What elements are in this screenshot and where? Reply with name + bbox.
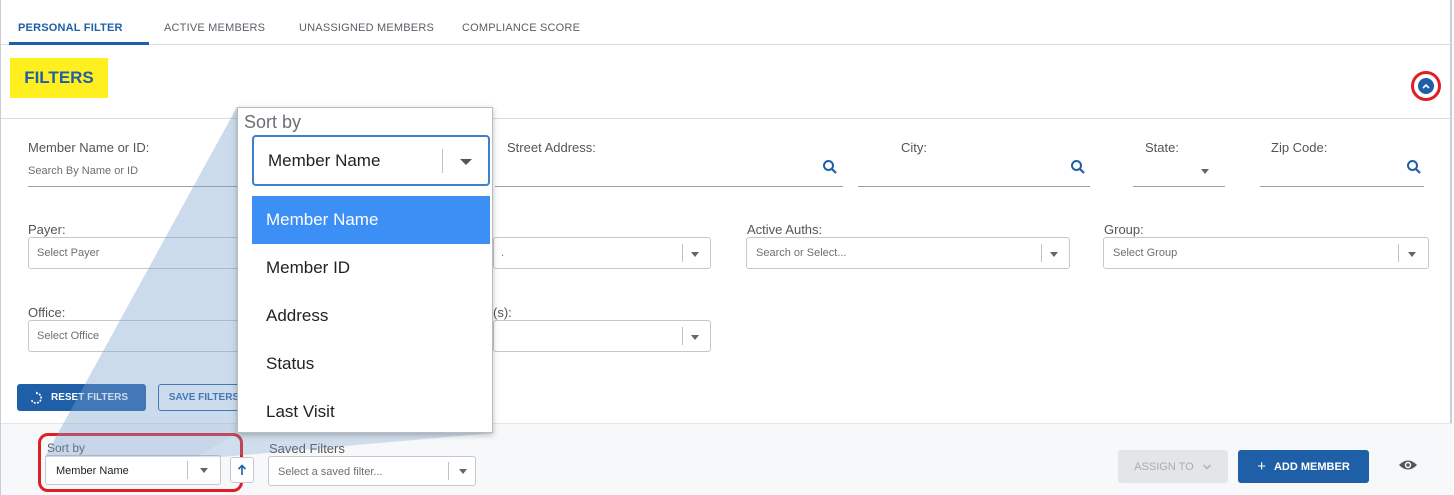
chevron-down-icon [1202, 464, 1211, 469]
chevron-down-icon[interactable] [1408, 252, 1416, 257]
zip-code-label: Zip Code: [1271, 140, 1328, 155]
active-tab-indicator [9, 42, 149, 45]
city-underline [858, 186, 1090, 187]
chevron-down-icon[interactable] [691, 335, 699, 340]
window-frame: PERSONAL FILTER ACTIVE MEMBERS UNASSIGNE… [0, 0, 1453, 495]
add-member-button[interactable]: + ADD MEMBER [1238, 450, 1369, 483]
select-separator [1398, 244, 1399, 262]
option-member-id[interactable]: Member ID [252, 244, 490, 292]
search-icon[interactable] [1406, 159, 1422, 175]
active-auths-label: Active Auths: [747, 222, 823, 237]
reset-filters-label: RESET FILTERS [51, 392, 129, 403]
select-separator [448, 462, 449, 480]
dropdown-selected-value: Member Name [268, 151, 381, 170]
group-label: Group: [1104, 222, 1144, 237]
state-underline [1133, 186, 1225, 187]
chevron-up-icon[interactable] [1418, 78, 1434, 94]
group-placeholder: Select Group [1113, 247, 1178, 259]
reset-filters-button[interactable]: RESET FILTERS [17, 384, 146, 411]
option-member-name[interactable]: Member Name [252, 196, 490, 244]
partial-select[interactable] [493, 320, 711, 352]
payer-placeholder: Select Payer [37, 247, 100, 259]
city-label: City: [901, 140, 927, 155]
chevron-down-icon[interactable] [1050, 252, 1058, 257]
office-label: Office: [28, 305, 66, 320]
state-label: State: [1145, 140, 1179, 155]
add-member-label: ADD MEMBER [1273, 460, 1350, 473]
saved-filters-label: Saved Filters [269, 441, 345, 456]
eye-icon[interactable] [1398, 458, 1418, 472]
unknown-select-placeholder: . [501, 247, 505, 259]
member-name-label: Member Name or ID: [28, 140, 150, 155]
street-address-underline [495, 186, 843, 187]
unknown-select[interactable] [493, 237, 711, 269]
tab-compliance-score[interactable]: COMPLIANCE SCORE [462, 22, 580, 34]
tab-bar: PERSONAL FILTER ACTIVE MEMBERS UNASSIGNE… [1, 0, 1453, 45]
arrow-up-icon [237, 464, 247, 475]
member-name-underline [28, 186, 238, 187]
member-name-input[interactable]: Search By Name or ID [28, 165, 138, 177]
select-separator [442, 149, 443, 173]
select-separator [682, 244, 683, 262]
street-address-label: Street Address: [507, 140, 596, 155]
select-separator [682, 327, 683, 345]
zip-code-underline [1260, 186, 1424, 187]
refresh-icon [30, 391, 42, 404]
dropdown-options: Member Name Member ID Address Status Las… [252, 196, 490, 436]
saved-filters-placeholder: Select a saved filter... [278, 466, 383, 478]
search-icon[interactable] [822, 159, 838, 175]
annotation-rounded-rect [38, 433, 243, 492]
plus-icon: + [1257, 458, 1266, 475]
office-placeholder: Select Office [37, 330, 100, 342]
assign-to-button[interactable]: ASSIGN TO [1118, 450, 1228, 483]
chevron-down-icon[interactable] [1201, 169, 1209, 174]
active-auths-placeholder: Search or Select... [756, 247, 847, 259]
partial-label: (s): [493, 305, 512, 320]
tab-active-members[interactable]: ACTIVE MEMBERS [164, 22, 265, 34]
dropdown-select[interactable]: Member Name [252, 135, 490, 186]
assign-to-label: ASSIGN TO [1134, 460, 1194, 473]
chevron-down-icon[interactable] [691, 252, 699, 257]
chevron-down-icon[interactable] [459, 469, 467, 474]
search-icon[interactable] [1070, 159, 1086, 175]
tab-personal-filter[interactable]: PERSONAL FILTER [18, 22, 123, 34]
sort-by-dropdown-zoomed: Sort by Member Name Member Name Member I… [237, 107, 493, 433]
chevron-down-icon[interactable] [460, 159, 472, 165]
sort-direction-button[interactable] [230, 457, 254, 483]
option-last-visit[interactable]: Last Visit [252, 388, 490, 436]
option-address[interactable]: Address [252, 292, 490, 340]
dropdown-title: Sort by [244, 112, 302, 132]
option-status[interactable]: Status [252, 340, 490, 388]
payer-label: Payer: [28, 222, 66, 237]
tab-unassigned-members[interactable]: UNASSIGNED MEMBERS [299, 22, 434, 34]
filters-title: FILTERS [10, 58, 108, 98]
filters-header: FILTERS [1, 46, 1453, 119]
select-separator [1041, 244, 1042, 262]
